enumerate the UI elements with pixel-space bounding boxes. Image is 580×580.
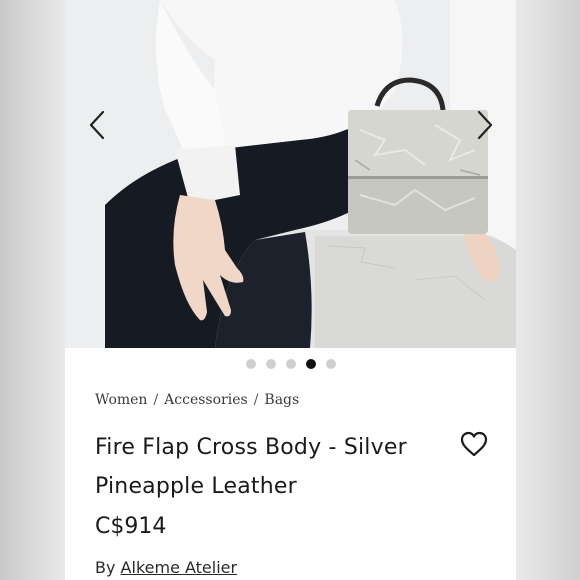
chevron-left-icon	[89, 110, 105, 140]
product-title: Fire Flap Cross Body - Silver Pineapple …	[95, 435, 407, 499]
breadcrumb: Women / Accessories / Bags	[95, 392, 299, 408]
breadcrumb-accessories[interactable]: Accessories	[164, 392, 248, 408]
brand-link[interactable]: Alkeme Atelier	[121, 558, 238, 577]
breadcrumb-separator: /	[153, 392, 159, 408]
carousel-dot[interactable]	[325, 359, 336, 369]
chevron-right-icon	[477, 110, 493, 140]
product-image[interactable]	[65, 0, 516, 348]
product-page: Women / Accessories / Bags Fire Flap Cro…	[65, 0, 516, 580]
breadcrumb-bags[interactable]: Bags	[264, 392, 299, 408]
product-price: C$914	[95, 514, 167, 539]
brand-line: By Alkeme Atelier	[95, 558, 237, 577]
wishlist-button[interactable]	[459, 430, 489, 458]
carousel-dot[interactable]	[285, 359, 296, 369]
carousel-dot[interactable]	[265, 359, 276, 369]
product-photo	[65, 0, 516, 348]
carousel-indicator	[65, 359, 516, 369]
carousel-dot[interactable]	[245, 359, 256, 369]
carousel-dot-active[interactable]	[305, 359, 316, 369]
breadcrumb-women[interactable]: Women	[95, 392, 147, 408]
breadcrumb-separator: /	[253, 392, 259, 408]
previous-image-button[interactable]	[82, 105, 112, 145]
next-image-button[interactable]	[470, 105, 500, 145]
brand-prefix: By	[95, 558, 116, 577]
heart-outline-icon	[460, 431, 488, 457]
